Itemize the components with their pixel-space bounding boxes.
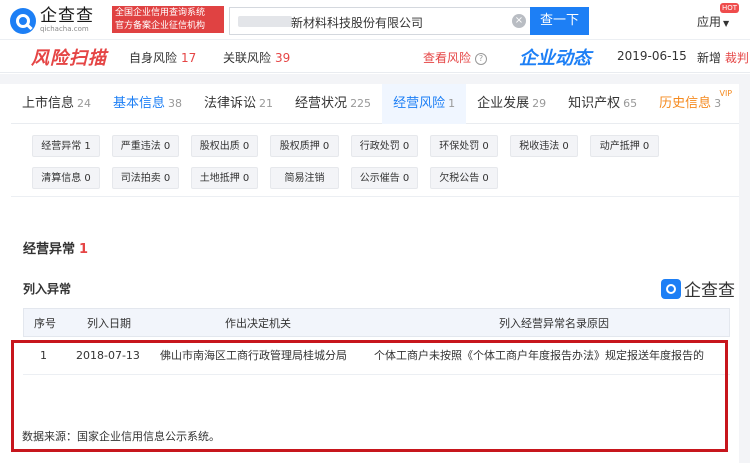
filter-chip[interactable]: 清算信息 0 (32, 167, 100, 189)
filter-chip[interactable]: 股权质押 0 (270, 135, 339, 157)
search-button[interactable]: 查一下 (530, 7, 589, 35)
tab-count: 1 (448, 97, 456, 110)
app-menu-label: 应用 (697, 15, 722, 29)
tab-count: 3 (714, 97, 722, 110)
page-edge (739, 74, 750, 463)
filter-chip[interactable]: 税收违法 0 (510, 135, 578, 157)
filter-chip[interactable]: 经营异常 1 (32, 135, 100, 157)
risk-scan-title: 风险扫描 (31, 48, 107, 69)
filter-chip[interactable]: 环保处罚 0 (430, 135, 498, 157)
col-reason: 列入经营异常名录原因 (499, 317, 609, 330)
search-value: 新材料科技股份有限公司 (291, 16, 424, 30)
hot-badge: HOT (720, 3, 740, 13)
cert-line-1: 全国企业信用查询系统 (115, 8, 206, 18)
tab-label: 上市信息 (22, 96, 75, 111)
dynamics-new-label: 新增 (697, 51, 722, 65)
magnifier-logo-icon (661, 278, 681, 299)
magnifier-logo-icon (10, 7, 36, 34)
self-risk-count: 17 (181, 51, 197, 65)
redacted-text (238, 16, 292, 27)
tab-7[interactable]: 历史信息 3 VIP (648, 84, 732, 124)
certification-banner[interactable]: 全国企业信用查询系统 官方备案企业征信机构 (112, 6, 224, 33)
company-dynamics-title: 企业动态 (519, 48, 591, 69)
help-icon[interactable]: ? (475, 52, 488, 65)
top-header: 企查查 qichacha.com 全国企业信用查询系统 官方备案企业征信机构 新… (0, 0, 750, 40)
tab-label: 基本信息 (113, 96, 166, 111)
filter-chip[interactable]: 土地抵押 0 (191, 167, 258, 189)
tab-label: 经营状况 (295, 96, 348, 111)
filter-chip[interactable]: 司法拍卖 0 (112, 167, 179, 189)
tab-0[interactable]: 上市信息 24 (11, 84, 102, 124)
tab-label: 知识产权 (568, 96, 621, 111)
tab-count: 225 (350, 97, 372, 110)
app-menu[interactable]: 应用 ▼ (697, 13, 729, 30)
tab-5[interactable]: 企业发展 29 (466, 84, 557, 124)
divider (11, 196, 739, 197)
related-risk-label: 关联风险 (223, 51, 272, 65)
qichacha-watermark: 企查查 (661, 276, 735, 301)
tab-6[interactable]: 知识产权 65 (557, 84, 648, 124)
tab-label: 法律诉讼 (204, 96, 257, 111)
filter-chip[interactable]: 欠税公告 0 (430, 167, 498, 189)
clear-icon[interactable]: × (512, 14, 526, 28)
view-risk-link[interactable]: 查看风险? (423, 49, 488, 66)
related-risk-count: 39 (275, 51, 291, 65)
related-risk[interactable]: 关联风险 39 (223, 49, 290, 66)
self-risk[interactable]: 自身风险 17 (129, 49, 196, 66)
tab-4[interactable]: 经营风险 1 (382, 84, 467, 124)
tab-label: 经营风险 (393, 96, 446, 111)
tab-count: 38 (168, 97, 183, 110)
search-input[interactable]: 新材料科技股份有限公司 × (229, 7, 530, 35)
section-count: 1 (79, 242, 89, 257)
table-header: 序号 列入日期 作出决定机关 列入经营异常名录原因 (23, 308, 730, 337)
qichacha-logo[interactable]: 企查查 qichacha.com (10, 7, 94, 34)
section-gap (0, 74, 750, 84)
vip-badge: VIP (719, 89, 733, 98)
col-authority: 作出决定机关 (225, 317, 291, 330)
filter-chip[interactable]: 行政处罚 0 (351, 135, 418, 157)
risk-scan-bar: 风险扫描 自身风险 17 关联风险 39 查看风险? 企业动态 2019-06-15… (0, 41, 750, 73)
section-title-label: 经营异常 (23, 242, 76, 257)
logo-name: 企查查 (40, 6, 94, 26)
section-title: 经营异常 1 (23, 238, 88, 257)
tab-1[interactable]: 基本信息 38 (102, 84, 193, 124)
col-index: 序号 (34, 317, 56, 330)
tab-label: 历史信息 (659, 96, 712, 111)
tab-2[interactable]: 法律诉讼 21 (193, 84, 284, 124)
highlight-frame (11, 340, 728, 452)
listed-abnormal-subtitle: 列入异常 (23, 282, 72, 296)
filter-chip[interactable]: 公示催告 0 (351, 167, 418, 189)
category-tabs: 上市信息 24 基本信息 38 法律诉讼 21 经营状况 225 经营风险 1 企业发展 29 知识产权… (11, 84, 739, 124)
view-risk-label: 查看风险 (423, 51, 472, 65)
cert-line-2: 官方备案企业征信机构 (115, 21, 206, 31)
dynamics-new-item: 裁判 (724, 51, 749, 65)
filter-chip[interactable]: 严重违法 0 (112, 135, 179, 157)
filter-chip[interactable]: 动产抵押 0 (590, 135, 659, 157)
filter-chip[interactable]: 股权出质 0 (191, 135, 258, 157)
dynamics-date: 2019-06-15 (617, 49, 687, 63)
tab-count: 21 (259, 97, 274, 110)
filter-chip[interactable]: 简易注销 (270, 167, 339, 189)
dynamics-new[interactable]: 新增 裁判 (697, 49, 749, 66)
caret-down-icon: ▼ (723, 19, 730, 28)
logo-domain: qichacha.com (40, 25, 89, 33)
tab-count: 24 (77, 97, 92, 110)
col-date: 列入日期 (87, 317, 131, 330)
watermark-text: 企查查 (684, 281, 735, 301)
tab-3[interactable]: 经营状况 225 (284, 84, 382, 124)
tab-count: 65 (623, 97, 638, 110)
tab-count: 29 (532, 97, 547, 110)
self-risk-label: 自身风险 (129, 51, 178, 65)
tab-label: 企业发展 (477, 96, 530, 111)
